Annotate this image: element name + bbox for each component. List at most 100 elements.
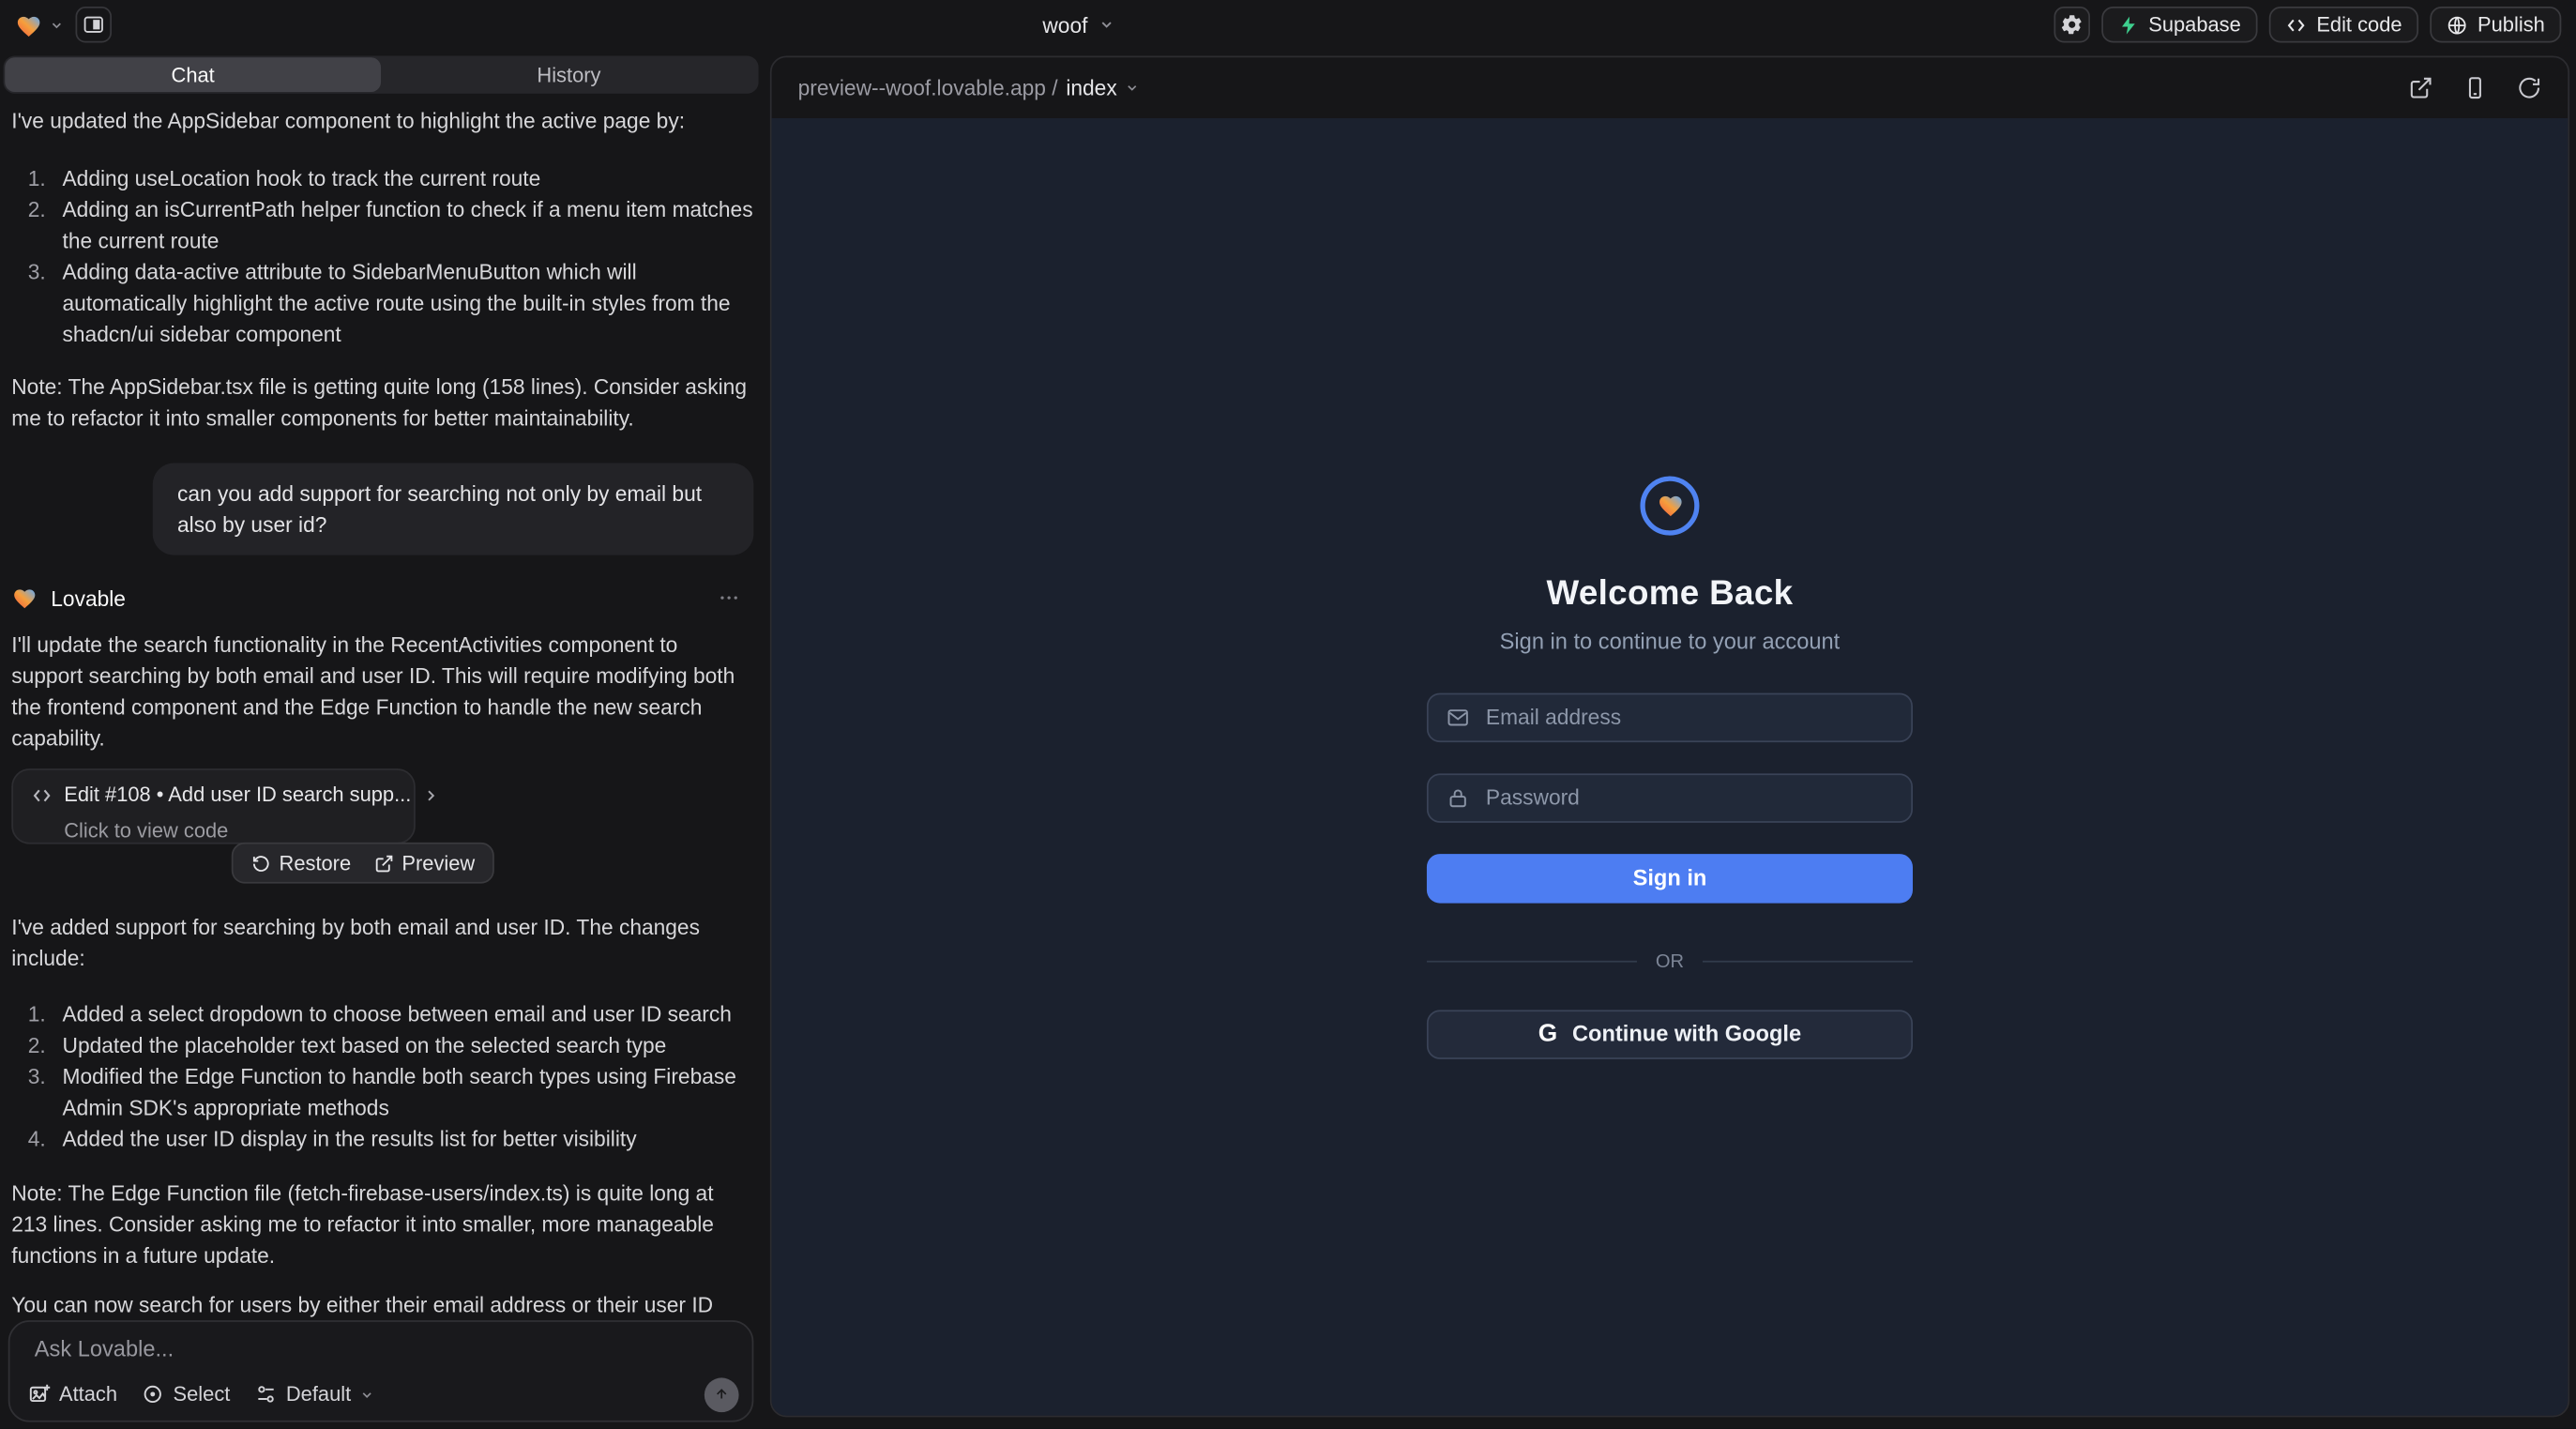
- open-in-new-tab-button[interactable]: [2409, 76, 2433, 100]
- assistant-message-text: I've added support for searching by both…: [11, 911, 753, 974]
- preview-url[interactable]: preview--woof.lovable.app / index: [798, 76, 1141, 100]
- list-item: Adding data-active attribute to SidebarM…: [63, 256, 754, 350]
- topbar: woof Supabase Edit code: [0, 0, 2576, 50]
- sliders-icon: [255, 1383, 279, 1406]
- google-signin-button[interactable]: G Continue with Google: [1427, 1009, 1913, 1058]
- assistant-note-text: Note: The Edge Function file (fetch-fire…: [11, 1178, 753, 1271]
- edit-hover-toolbar: Restore Preview: [232, 843, 494, 884]
- lovable-logo-menu[interactable]: [15, 10, 65, 38]
- list-item: Added the user ID display in the results…: [63, 1123, 754, 1154]
- preview-actions: [2409, 76, 2542, 100]
- lock-icon: [1447, 785, 1470, 809]
- preview-label: Preview: [402, 851, 475, 874]
- publish-label: Publish: [2478, 13, 2545, 37]
- list-item: Modified the Edge Function to handle bot…: [63, 1061, 754, 1124]
- composer-toolbar: Attach Select Defa: [28, 1376, 739, 1413]
- signin-card: Welcome Back Sign in to continue to your…: [1427, 476, 1913, 1058]
- select-label: Select: [174, 1383, 231, 1406]
- password-field: [1427, 772, 1913, 822]
- topbar-left: [0, 7, 112, 43]
- chevron-down-icon: [359, 1387, 374, 1402]
- list-item: Adding an isCurrentPath helper function …: [63, 194, 754, 257]
- restore-icon: [251, 853, 271, 873]
- preview-viewport: Welcome Back Sign in to continue to your…: [772, 118, 2568, 1416]
- supabase-label: Supabase: [2148, 13, 2241, 37]
- settings-button[interactable]: [2053, 7, 2090, 43]
- assistant-message-text: I'll update the search functionality in …: [11, 629, 753, 753]
- chevron-down-icon: [50, 17, 65, 32]
- app-logo: [1640, 476, 1699, 535]
- password-input[interactable]: [1482, 783, 1893, 812]
- message-options-button[interactable]: [718, 586, 741, 610]
- supabase-bolt-icon: [2117, 14, 2139, 36]
- restore-button[interactable]: Restore: [241, 844, 360, 882]
- divider-line: [1702, 961, 1913, 963]
- refresh-button[interactable]: [2517, 76, 2541, 100]
- assistant-note-text: Note: The AppSidebar.tsx file is getting…: [11, 372, 753, 434]
- select-button[interactable]: Select: [142, 1383, 230, 1406]
- edit-code-label: Edit code: [2316, 13, 2402, 37]
- chevron-right-icon: [423, 786, 441, 804]
- user-message-text: can you add support for searching not on…: [177, 478, 729, 540]
- crosshair-icon: [142, 1383, 165, 1406]
- or-divider: OR: [1427, 951, 1913, 971]
- mail-icon: [1447, 706, 1470, 729]
- email-input[interactable]: [1482, 703, 1893, 731]
- list-item: Updated the placeholder text based on th…: [63, 1029, 754, 1060]
- tab-chat[interactable]: Chat: [5, 57, 381, 92]
- image-plus-icon: [28, 1383, 52, 1406]
- lovable-heart-avatar: [11, 585, 38, 611]
- email-field: [1427, 692, 1913, 742]
- lovable-heart-logo-icon: [15, 10, 43, 38]
- divider-label: OR: [1656, 951, 1684, 971]
- signin-title: Welcome Back: [1546, 574, 1793, 614]
- attach-label: Attach: [59, 1383, 117, 1406]
- change-list: Adding useLocation hook to track the cur…: [11, 162, 753, 350]
- chat-input[interactable]: [31, 1333, 731, 1373]
- globe-icon: [2447, 14, 2468, 36]
- code-icon: [31, 785, 53, 807]
- chevron-down-icon: [1099, 17, 1116, 34]
- mode-select-button[interactable]: Default: [255, 1383, 374, 1406]
- publish-button[interactable]: Publish: [2430, 7, 2561, 43]
- chat-panel: Chat History I've updated the AppSidebar…: [0, 50, 762, 1429]
- divider-line: [1427, 961, 1638, 963]
- google-g-icon: G: [1538, 1020, 1557, 1048]
- chat-history-tabs: Chat History: [4, 56, 759, 94]
- project-name: woof: [1042, 12, 1087, 37]
- edit-code-button[interactable]: Edit code: [2269, 7, 2418, 43]
- edit-card-group: Edit #108 • Add user ID search supp... C…: [11, 768, 753, 880]
- google-signin-label: Continue with Google: [1572, 1022, 1801, 1046]
- list-item: Added a select dropdown to choose betwee…: [63, 998, 754, 1029]
- chat-messages: I've updated the AppSidebar component to…: [0, 105, 762, 1410]
- signin-button[interactable]: Sign in: [1427, 853, 1913, 903]
- external-link-icon: [374, 853, 394, 873]
- send-button[interactable]: [705, 1377, 739, 1412]
- lovable-app-window: woof Supabase Edit code: [0, 0, 2576, 1429]
- tab-history[interactable]: History: [381, 57, 757, 92]
- topbar-right: Supabase Edit code Publish: [2053, 7, 2576, 43]
- preview-url-page: index: [1066, 76, 1116, 100]
- assistant-name: Lovable: [51, 582, 126, 613]
- chat-composer: Attach Select Defa: [8, 1320, 754, 1422]
- assistant-message-text: I've updated the AppSidebar component to…: [11, 105, 753, 136]
- supabase-button[interactable]: Supabase: [2100, 7, 2257, 43]
- preview-pane: preview--woof.lovable.app / index: [770, 56, 2569, 1418]
- signin-subtitle: Sign in to continue to your account: [1500, 628, 1841, 652]
- list-item: Adding useLocation hook to track the cur…: [63, 162, 754, 193]
- restore-label: Restore: [280, 851, 352, 874]
- mode-label: Default: [286, 1383, 351, 1406]
- preview-button[interactable]: Preview: [364, 844, 485, 882]
- change-list: Added a select dropdown to choose betwee…: [11, 998, 753, 1154]
- preview-topbar: preview--woof.lovable.app / index: [772, 57, 2568, 118]
- project-menu[interactable]: woof: [1042, 0, 1115, 50]
- code-icon: [2285, 14, 2307, 36]
- edit-card[interactable]: Edit #108 • Add user ID search supp... C…: [11, 768, 416, 844]
- chevron-down-icon: [1125, 81, 1140, 96]
- mobile-view-button[interactable]: [2462, 76, 2487, 100]
- attach-button[interactable]: Attach: [28, 1383, 117, 1406]
- assistant-header: Lovable: [11, 583, 753, 613]
- toggle-sidebar-button[interactable]: [76, 7, 113, 43]
- edit-card-title: Edit #108 • Add user ID search supp...: [64, 780, 411, 811]
- preview-url-domain: preview--woof.lovable.app /: [798, 76, 1058, 100]
